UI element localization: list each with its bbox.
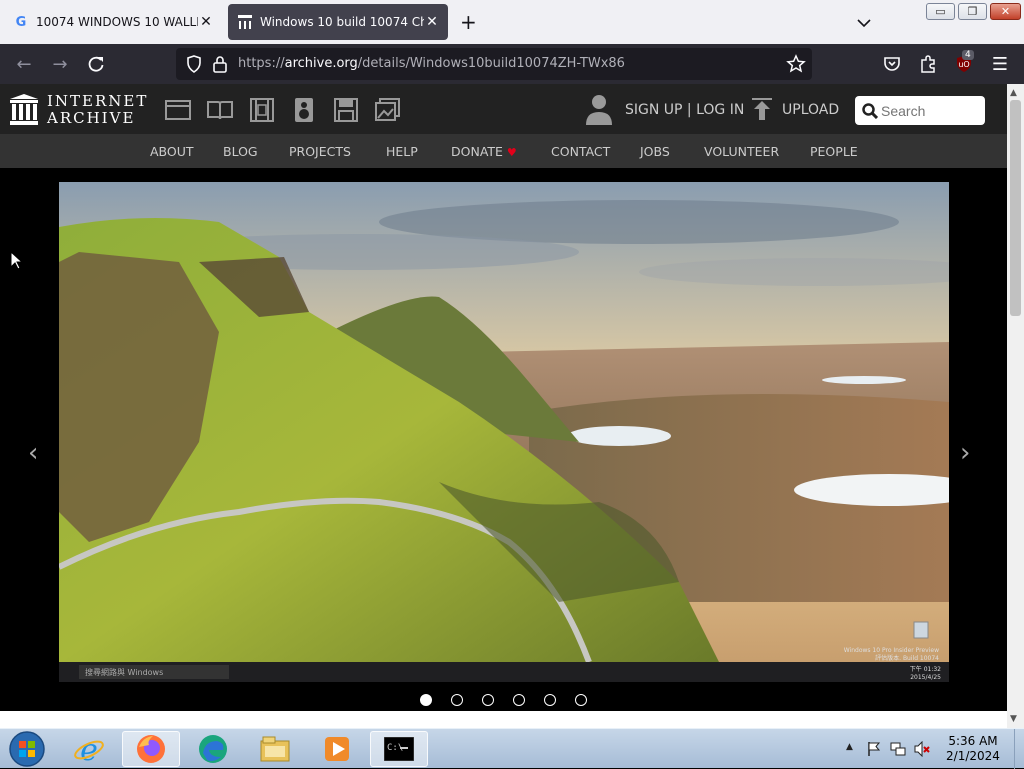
vertical-scrollbar[interactable]: ▲ ▼ xyxy=(1007,84,1024,728)
taskbar-media-player[interactable] xyxy=(308,731,366,767)
start-button-icon[interactable] xyxy=(8,730,46,768)
reload-icon[interactable] xyxy=(86,54,106,74)
scroll-down-icon[interactable]: ▼ xyxy=(1010,714,1017,724)
browser-nav-bar: ← → https://archive.org/details/Windows1… xyxy=(0,44,1024,84)
file-explorer-icon xyxy=(260,736,290,762)
upload-link[interactable]: UPLOAD xyxy=(782,102,839,118)
carousel-image[interactable]: 搜尋網路與 Windows Windows 10 Pro Insider Pre… xyxy=(59,182,949,682)
mouse-cursor-icon xyxy=(11,252,23,270)
scroll-up-icon[interactable]: ▲ xyxy=(1010,88,1017,98)
carousel-next-button[interactable]: › xyxy=(960,438,970,468)
extension-badge: 4 xyxy=(962,50,974,60)
internet-explorer-icon: e xyxy=(74,733,104,765)
tray-expand-icon[interactable]: ▲ xyxy=(846,742,853,752)
extensions-icon[interactable] xyxy=(918,54,938,74)
new-tab-button[interactable]: + xyxy=(460,10,477,34)
nav-projects[interactable]: PROJECTS xyxy=(289,144,351,159)
ia-nav-bar: ABOUT BLOG PROJECTS HELP DONATE ♥ CONTAC… xyxy=(0,134,1007,168)
nav-about[interactable]: ABOUT xyxy=(150,144,194,159)
nav-blog[interactable]: BLOG xyxy=(223,144,258,159)
svg-text:評估版本. Build 10074: 評估版本. Build 10074 xyxy=(875,654,939,662)
lock-icon[interactable] xyxy=(210,54,230,74)
tab-title: Windows 10 build 10074 Chinese xyxy=(260,15,424,29)
scrollbar-thumb[interactable] xyxy=(1010,100,1021,316)
texts-icon[interactable] xyxy=(207,97,233,123)
ia-header: INTERNET ARCHIVE SIGN UP | LOG IN UPLOAD xyxy=(0,84,1007,134)
svg-text:2015/4/25: 2015/4/25 xyxy=(910,674,941,681)
browser-tab-bar: G 10074 WINDOWS 10 WALLPAPER ✕ Windows 1… xyxy=(0,0,1024,44)
google-icon: G xyxy=(15,14,27,30)
show-desktop-button[interactable] xyxy=(1014,729,1024,769)
svg-text:uO: uO xyxy=(958,60,969,69)
clock-time: 5:36 AM xyxy=(948,734,998,748)
volume-muted-icon[interactable] xyxy=(914,741,930,757)
carousel-dot-3[interactable] xyxy=(482,694,494,706)
taskbar-clock[interactable]: 5:36 AM 2/1/2024 xyxy=(938,734,1008,764)
taskbar-firefox[interactable] xyxy=(122,731,180,767)
svg-text:搜尋網路與 Windows: 搜尋網路與 Windows xyxy=(85,667,163,677)
audio-icon[interactable] xyxy=(291,97,317,123)
media-player-icon xyxy=(325,737,349,761)
network-icon[interactable] xyxy=(890,741,906,757)
site-logo-text[interactable]: INTERNET ARCHIVE xyxy=(47,93,148,127)
heart-icon: ♥ xyxy=(506,146,517,159)
internet-archive-icon xyxy=(238,15,252,29)
tab-archive[interactable]: Windows 10 build 10074 Chinese ✕ xyxy=(228,4,448,40)
web-icon[interactable] xyxy=(165,97,191,123)
svg-text:下午 01:32: 下午 01:32 xyxy=(910,665,941,673)
hamburger-menu-icon[interactable]: ☰ xyxy=(990,54,1010,75)
url-text[interactable]: https://archive.org/details/Windows10bui… xyxy=(238,56,625,71)
firefox-icon xyxy=(137,735,165,763)
upload-icon[interactable] xyxy=(752,98,772,120)
tab-wallpaper[interactable]: G 10074 WINDOWS 10 WALLPAPER ✕ xyxy=(4,4,222,40)
command-prompt-icon: C:\ xyxy=(384,737,414,761)
pocket-icon[interactable] xyxy=(882,54,902,74)
nav-volunteer[interactable]: VOLUNTEER xyxy=(704,144,779,159)
shield-icon[interactable] xyxy=(184,54,204,74)
nav-help[interactable]: HELP xyxy=(386,144,418,159)
search-icon xyxy=(862,103,878,119)
svg-text:e: e xyxy=(80,733,98,765)
nav-jobs[interactable]: JOBS xyxy=(640,144,670,159)
page-content: INTERNET ARCHIVE SIGN UP | LOG IN UPLOAD … xyxy=(0,84,1007,711)
page-bottom-area xyxy=(0,711,1007,728)
bookmark-star-icon[interactable] xyxy=(786,54,806,74)
forward-arrow-icon[interactable]: → xyxy=(50,54,70,75)
carousel-dot-6[interactable] xyxy=(575,694,587,706)
carousel-dot-5[interactable] xyxy=(544,694,556,706)
minimize-button[interactable]: ▭ xyxy=(926,3,955,20)
clock-date: 2/1/2024 xyxy=(946,749,1000,763)
video-icon[interactable] xyxy=(249,97,275,123)
software-icon[interactable] xyxy=(333,97,359,123)
chevron-down-icon[interactable] xyxy=(855,14,873,32)
images-icon[interactable] xyxy=(375,97,401,123)
carousel-dot-4[interactable] xyxy=(513,694,525,706)
close-tab-icon[interactable]: ✕ xyxy=(424,14,440,30)
carousel-dot-2[interactable] xyxy=(451,694,463,706)
carousel-dot-1[interactable] xyxy=(420,694,432,706)
taskbar-explorer[interactable] xyxy=(246,731,304,767)
url-bar[interactable]: https://archive.org/details/Windows10bui… xyxy=(176,48,812,80)
tab-title: 10074 WINDOWS 10 WALLPAPER xyxy=(36,15,198,29)
nav-donate[interactable]: DONATE ♥ xyxy=(451,144,517,159)
carousel-prev-button[interactable]: ‹ xyxy=(28,438,38,468)
signup-login-link[interactable]: SIGN UP | LOG IN xyxy=(625,102,744,118)
taskbar-cmd[interactable]: C:\ xyxy=(370,731,428,767)
internet-archive-logo-icon[interactable] xyxy=(10,94,38,125)
windows-taskbar: e C:\ ▲ 5:36 AM 2/1/2024 xyxy=(0,728,1024,769)
nav-contact[interactable]: CONTACT xyxy=(551,144,610,159)
maximize-button[interactable]: ❐ xyxy=(958,3,987,20)
taskbar-edge[interactable] xyxy=(184,731,242,767)
svg-text:Windows 10 Pro Insider Preview: Windows 10 Pro Insider Preview xyxy=(844,647,939,654)
nav-people[interactable]: PEOPLE xyxy=(810,144,858,159)
edge-icon xyxy=(199,735,227,763)
user-icon[interactable] xyxy=(585,93,613,125)
close-window-button[interactable]: ✕ xyxy=(990,3,1021,20)
action-center-flag-icon[interactable] xyxy=(866,741,882,757)
close-tab-icon[interactable]: ✕ xyxy=(198,14,214,30)
back-arrow-icon[interactable]: ← xyxy=(14,54,34,75)
taskbar-ie[interactable]: e xyxy=(60,731,118,767)
